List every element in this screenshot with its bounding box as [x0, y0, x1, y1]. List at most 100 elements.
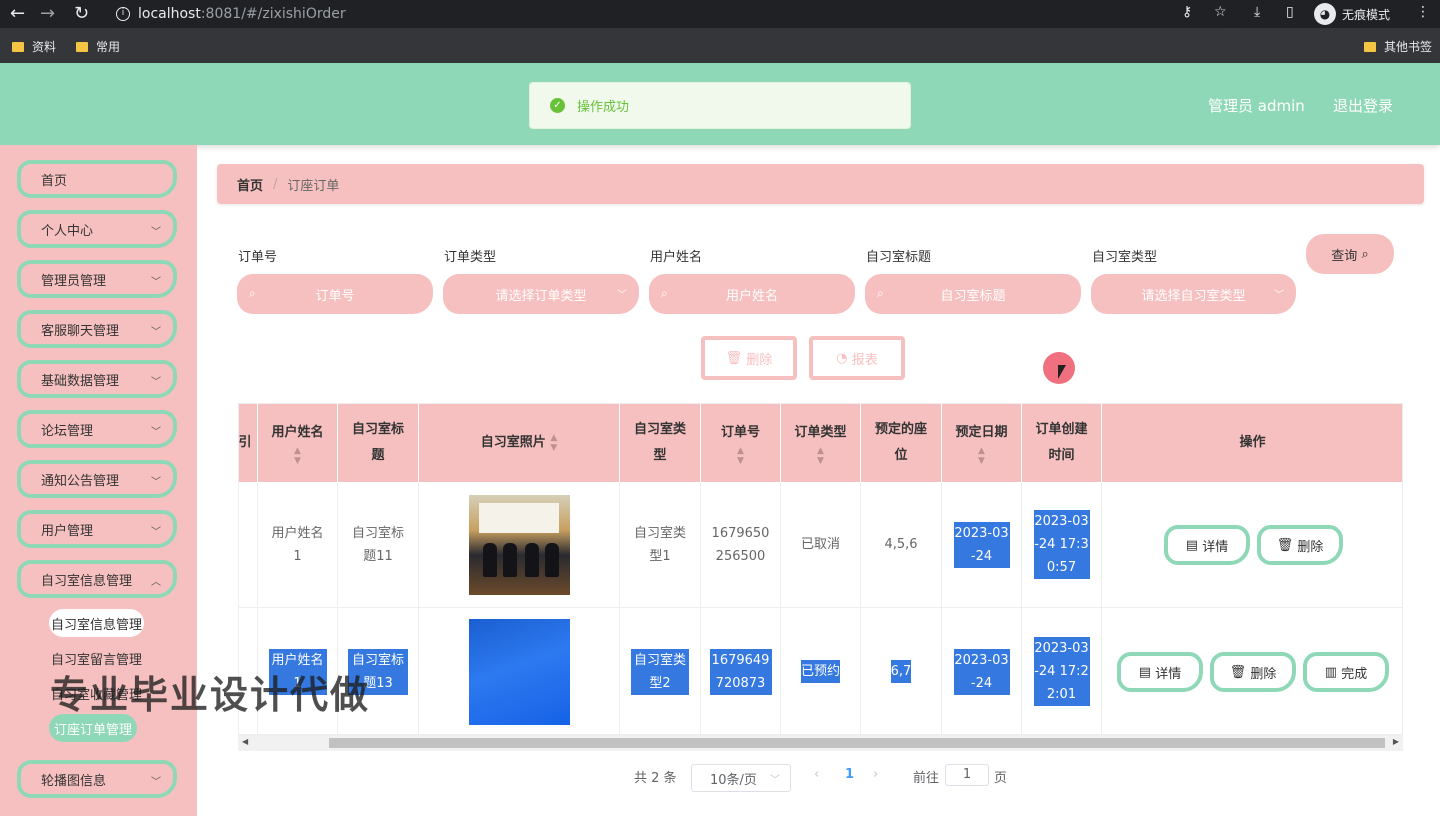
- sort-icon[interactable]: ▲ ▼: [737, 446, 744, 466]
- bookmark-folder[interactable]: 资料: [12, 38, 56, 55]
- sidebar-item-carousel[interactable]: 轮播图信息 ﹀: [17, 760, 177, 798]
- sidebar-item-rooms[interactable]: 自习室信息管理 ︿: [17, 560, 177, 598]
- user-name-value: 用户姓名1: [268, 648, 327, 695]
- room-photo[interactable]: [468, 618, 570, 725]
- photo-person: [502, 542, 517, 577]
- column-header-room-title[interactable]: 自习室标题: [338, 404, 419, 482]
- detail-button[interactable]: ▤ 详情: [1117, 652, 1203, 692]
- forward-icon[interactable]: →: [40, 3, 55, 25]
- column-header-created[interactable]: 订单创建时间: [1022, 404, 1102, 482]
- sidebar-item-admins[interactable]: 管理员管理 ﹀: [17, 260, 177, 298]
- scroll-left-icon[interactable]: ◀: [242, 737, 248, 746]
- sidebar-item-label: 首页: [41, 173, 68, 189]
- sort-icon[interactable]: ▲ ▼: [294, 446, 301, 466]
- column-header-order-no[interactable]: 订单号 ▲ ▼: [701, 404, 781, 482]
- goto-page-input[interactable]: 1: [945, 764, 989, 786]
- delete-button[interactable]: 🗑 删除: [1210, 652, 1296, 692]
- sidepanel-icon[interactable]: ▯: [1286, 4, 1294, 20]
- column-label: 操作: [1239, 435, 1266, 450]
- column-header-room-photo[interactable]: 自习室照片 ▲ ▼: [419, 404, 620, 482]
- column-label: 预定的座位: [874, 422, 927, 463]
- folder-icon: [76, 41, 88, 52]
- key-icon[interactable]: ⚷: [1182, 4, 1192, 20]
- back-icon[interactable]: ←: [10, 3, 25, 25]
- user-name-input[interactable]: ⌕ 用户姓名: [649, 274, 855, 314]
- search-icon: ⌕: [1361, 246, 1369, 262]
- column-header-date[interactable]: 预定日期 ▲ ▼: [942, 404, 1022, 482]
- incognito-badge[interactable]: ◕ 无痕模式: [1314, 2, 1390, 26]
- order-type-select[interactable]: 请选择订单类型 ﹀: [443, 274, 639, 314]
- sidebar-item-label: 通知公告管理: [41, 473, 120, 489]
- next-page-icon[interactable]: ›: [873, 767, 878, 782]
- button-label: 删除: [1250, 666, 1277, 682]
- sidebar-item-profile[interactable]: 个人中心 ﹀: [17, 210, 177, 248]
- page-size-select[interactable]: 10条/页 ﹀: [691, 764, 791, 792]
- order-no-value: 1679649720873: [709, 648, 772, 695]
- other-bookmarks[interactable]: 其他书签: [1364, 38, 1432, 55]
- report-button[interactable]: ◔ 报表: [809, 336, 905, 380]
- page-size-value: 10条/页: [710, 772, 757, 788]
- column-label: 订单类型: [794, 425, 847, 440]
- orders-table: 引 用户姓名 ▲ ▼ 自习室标题 自习室照片 ▲ ▼ 自习室类型 订单号 ▲ ▼ 订单类型…: [238, 403, 1403, 735]
- bookmark-folder[interactable]: 常用: [76, 38, 120, 55]
- room-type-value: 自习室类型1: [633, 525, 686, 564]
- incognito-icon: ◕: [1314, 3, 1336, 25]
- sidebar-item-notices[interactable]: 通知公告管理 ﹀: [17, 460, 177, 498]
- submenu-room-messages[interactable]: 自习室留言管理: [49, 644, 144, 672]
- submenu-seat-orders[interactable]: 订座订单管理: [49, 714, 138, 742]
- toast-message: 操作成功: [577, 100, 630, 115]
- success-toast: ✓ 操作成功: [529, 82, 911, 129]
- query-button[interactable]: 查询 ⌕: [1306, 234, 1394, 274]
- room-title-value: 自习室标题13: [348, 648, 408, 695]
- sort-icon[interactable]: ▲ ▼: [978, 446, 985, 466]
- column-header-user-name[interactable]: 用户姓名 ▲ ▼: [258, 404, 338, 482]
- input-placeholder: 请选择自习室类型: [1141, 288, 1246, 304]
- order-no-label: 订单号: [238, 250, 278, 265]
- scroll-thumb[interactable]: [329, 738, 1385, 748]
- table-cell: [239, 482, 258, 608]
- complete-button[interactable]: ▥ 完成: [1303, 652, 1389, 692]
- sort-icon[interactable]: ▲ ▼: [817, 446, 824, 466]
- star-icon[interactable]: ☆: [1214, 4, 1227, 20]
- browser-toolbar: ← → ↻ i localhost:8081/#/zixishiOrder ⚷ …: [0, 0, 1440, 28]
- photo-window: [478, 502, 559, 533]
- sidebar-item-basedata[interactable]: 基础数据管理 ﹀: [17, 360, 177, 398]
- menu-dots-icon[interactable]: ⋮: [1416, 4, 1430, 20]
- sidebar-item-label: 自习室信息管理: [41, 573, 133, 589]
- room-title-input[interactable]: ⌕ 自习室标题: [865, 274, 1081, 314]
- address-bar[interactable]: i localhost:8081/#/zixishiOrder: [106, 0, 1242, 28]
- sidebar-item-home[interactable]: 首页: [17, 160, 177, 198]
- column-header-order-type[interactable]: 订单类型 ▲ ▼: [781, 404, 861, 482]
- horizontal-scrollbar[interactable]: ◀ ▶: [238, 735, 1403, 751]
- delete-button[interactable]: 🗑 删除: [1257, 525, 1343, 565]
- page-number-current[interactable]: 1: [845, 767, 854, 782]
- download-icon[interactable]: ⤓: [1254, 4, 1260, 20]
- order-no-input[interactable]: ⌕ 订单号: [237, 274, 433, 314]
- logout-link[interactable]: 退出登录: [1333, 95, 1393, 116]
- room-type-select[interactable]: 请选择自习室类型 ﹀: [1091, 274, 1296, 314]
- created-value: 2023-03-24 17:22:01: [1033, 637, 1090, 706]
- delete-label: 删除: [746, 352, 773, 368]
- submenu-room-favorites[interactable]: 自习室收藏管理: [49, 679, 144, 707]
- column-header-room-type[interactable]: 自习室类型: [620, 404, 701, 482]
- breadcrumb-home[interactable]: 首页: [237, 175, 263, 194]
- scroll-right-icon[interactable]: ▶: [1393, 737, 1399, 746]
- info-icon[interactable]: i: [116, 7, 130, 21]
- detail-button[interactable]: ▤ 详情: [1164, 525, 1250, 565]
- sidebar-item-forum[interactable]: 论坛管理 ﹀: [17, 410, 177, 448]
- column-header-actions: 操作: [1102, 404, 1402, 482]
- column-header-seats[interactable]: 预定的座位: [861, 404, 942, 482]
- input-placeholder: 用户姓名: [725, 288, 778, 304]
- sidebar-item-chat[interactable]: 客服聊天管理 ﹀: [17, 310, 177, 348]
- bulk-delete-button[interactable]: 🗑 删除: [701, 336, 797, 380]
- chevron-down-icon: ﹀: [770, 775, 780, 786]
- sort-icon[interactable]: ▲ ▼: [550, 433, 557, 453]
- admin-user-label: 管理员 admin: [1208, 97, 1305, 115]
- room-photo[interactable]: [468, 494, 570, 595]
- prev-page-icon[interactable]: ‹: [814, 767, 819, 782]
- chevron-down-icon: ﹀: [1274, 290, 1284, 301]
- sidebar-item-users[interactable]: 用户管理 ﹀: [17, 510, 177, 548]
- reload-icon[interactable]: ↻: [74, 3, 89, 25]
- submenu-room-info[interactable]: 自习室信息管理: [49, 609, 145, 637]
- chevron-down-icon: ﹀: [151, 527, 161, 538]
